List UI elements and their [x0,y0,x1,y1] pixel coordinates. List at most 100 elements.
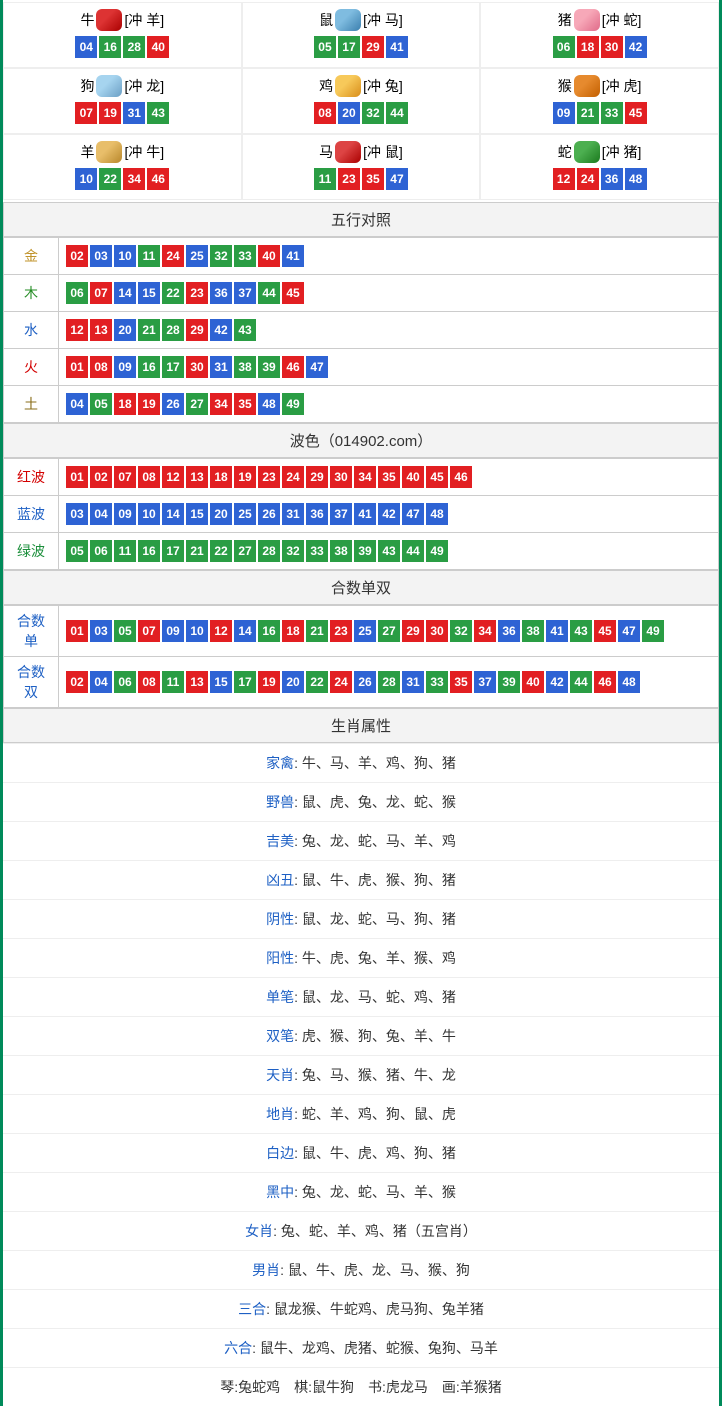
number-ball: 34 [210,393,232,415]
attr-row-单笔: 单笔: 鼠、龙、马、蛇、鸡、猪 [3,977,719,1016]
attr-val: : 虎、猴、狗、兔、羊、牛 [294,1028,456,1044]
number-ball: 12 [210,620,232,642]
attr-val: : 兔、蛇、羊、鸡、猪（五宫肖） [273,1223,477,1239]
number-ball: 47 [386,168,408,190]
zodiac-name: 鸡 [319,76,333,96]
number-ball: 06 [114,671,136,693]
row-balls: 1213202128294243 [59,312,719,349]
number-ball: 33 [306,540,328,562]
zodiac-cell-snake: 蛇 [冲 猪] 12243648 [480,134,719,200]
number-ball: 15 [186,503,208,525]
attr-key: 三合 [238,1301,266,1317]
row-balls: 0102070812131819232429303435404546 [59,459,719,496]
zodiac-name: 鼠 [319,10,333,30]
number-ball: 28 [258,540,280,562]
attr-key: 单笔 [266,989,294,1005]
number-ball: 47 [306,356,328,378]
pig-icon [574,9,600,31]
row-label-金: 金 [4,238,59,275]
number-ball: 12 [66,319,88,341]
number-ball: 31 [123,102,145,124]
number-ball: 41 [354,503,376,525]
number-ball: 25 [234,503,256,525]
section-header: 五行对照 [3,202,719,237]
number-ball: 10 [75,168,97,190]
row-label-火: 火 [4,349,59,386]
number-ball: 09 [114,356,136,378]
number-ball: 45 [426,466,448,488]
attr-key: 天肖 [266,1067,294,1083]
number-ball: 04 [75,36,97,58]
number-ball: 24 [330,671,352,693]
number-ball: 29 [402,620,424,642]
section-header-shuxing: 生肖属性 [3,708,719,743]
attr-key: 吉美 [266,833,294,849]
number-ball: 22 [210,540,232,562]
number-ball: 06 [90,540,112,562]
number-ball: 48 [426,503,448,525]
number-ball: 42 [625,36,647,58]
number-ball: 20 [338,102,360,124]
number-ball: 35 [234,393,256,415]
number-ball: 16 [99,36,121,58]
number-ball: 41 [546,620,568,642]
number-ball: 09 [553,102,575,124]
attr-row-地肖: 地肖: 蛇、羊、鸡、狗、鼠、虎 [3,1094,719,1133]
number-ball: 44 [402,540,424,562]
row-balls: 0103050709101214161821232527293032343638… [59,606,719,657]
number-ball: 18 [577,36,599,58]
number-ball: 34 [123,168,145,190]
number-ball: 25 [186,245,208,267]
zodiac-name: 羊 [80,142,94,162]
snake-icon [574,141,600,163]
zodiac-chong: [冲 兔] [363,76,403,96]
attr-val: : 鼠、虎、兔、龙、蛇、猴 [294,794,456,810]
number-ball: 17 [162,540,184,562]
zodiac-chong: [冲 牛] [124,142,164,162]
number-ball: 45 [282,282,304,304]
number-ball: 06 [553,36,575,58]
zodiac-cell-pig: 猪 [冲 蛇] 06183042 [480,2,719,68]
number-ball: 45 [625,102,647,124]
number-ball: 16 [258,620,280,642]
zodiac-chong: [冲 羊] [124,10,164,30]
attr-key: 凶丑 [266,872,294,888]
zodiac-chong: [冲 猪] [602,142,642,162]
number-ball: 03 [90,620,112,642]
number-ball: 42 [378,503,400,525]
row-balls: 04051819262734354849 [59,386,719,423]
number-ball: 01 [66,356,88,378]
number-ball: 04 [90,671,112,693]
number-ball: 35 [378,466,400,488]
attr-val: : 兔、马、猴、猪、牛、龙 [294,1067,456,1083]
attr-key: 白边 [266,1145,294,1161]
number-ball: 18 [282,620,304,642]
row-balls: 03040910141520252631363741424748 [59,496,719,533]
number-ball: 18 [210,466,232,488]
rooster-icon [335,75,361,97]
attr-row-天肖: 天肖: 兔、马、猴、猪、牛、龙 [3,1055,719,1094]
monkey-icon [574,75,600,97]
number-ball: 03 [66,503,88,525]
shuxing-footer: 琴:兔蛇鸡 棋:鼠牛狗 书:虎龙马 画:羊猴猪 [3,1367,719,1406]
zodiac-chong: [冲 鼠] [363,142,403,162]
number-ball: 44 [386,102,408,124]
number-ball: 30 [330,466,352,488]
number-ball: 08 [314,102,336,124]
number-ball: 23 [186,282,208,304]
zodiac-cell-rooster: 鸡 [冲 兔] 08203244 [242,68,481,134]
zodiac-cell-goat: 羊 [冲 牛] 10223446 [3,134,242,200]
number-ball: 28 [162,319,184,341]
number-ball: 04 [66,393,88,415]
number-ball: 36 [601,168,623,190]
attr-row-双笔: 双笔: 虎、猴、狗、兔、羊、牛 [3,1016,719,1055]
number-ball: 43 [147,102,169,124]
number-ball: 25 [354,620,376,642]
number-ball: 26 [258,503,280,525]
number-ball: 21 [186,540,208,562]
number-ball: 32 [362,102,384,124]
number-ball: 02 [66,671,88,693]
zodiac-cell-ox: 牛 [冲 羊] 04162840 [3,2,242,68]
attr-key: 阴性 [266,911,294,927]
row-label-合数单: 合数单 [4,606,59,657]
